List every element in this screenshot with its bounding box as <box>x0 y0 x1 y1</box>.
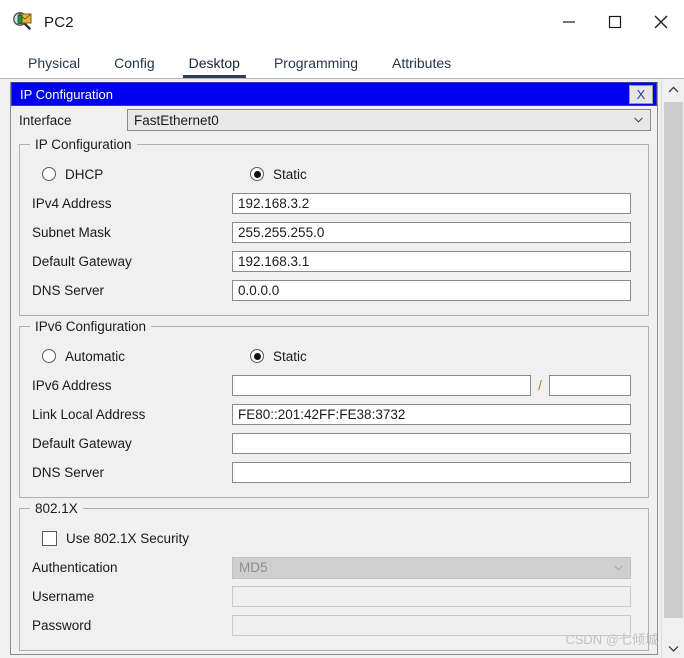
password-input[interactable] <box>232 615 631 636</box>
checkbox-dot1x-icon <box>42 530 57 546</box>
ipv4-gateway-input[interactable]: 192.168.3.1 <box>232 251 631 272</box>
authentication-select[interactable]: MD5 <box>232 556 631 579</box>
interface-select[interactable]: FastEthernet0 <box>127 109 651 131</box>
chevron-down-icon <box>614 564 623 571</box>
link-local-address-label: Link Local Address <box>32 407 146 422</box>
interface-label: Interface <box>19 112 72 128</box>
ipv4-static-label: Static <box>273 166 307 182</box>
ipv4-dns-input[interactable]: 0.0.0.0 <box>232 280 631 301</box>
ip-configuration-scroll-area: IP Configuration X Interface FastEtherne… <box>0 79 661 658</box>
desktop-content: IP Configuration X Interface FastEtherne… <box>0 78 684 658</box>
password-label: Password <box>32 618 92 633</box>
interface-selected-value: FastEthernet0 <box>134 112 219 128</box>
ipv6-prefix-separator: / <box>538 378 542 393</box>
window-titlebar: PC2 <box>0 0 684 44</box>
password-row: Password <box>20 611 648 640</box>
ipv4-mode-row: DHCP Static <box>20 159 648 189</box>
packet-tracer-pc-icon <box>12 11 34 33</box>
vertical-scrollbar[interactable] <box>661 79 684 658</box>
ipv6-address-input[interactable] <box>232 375 531 396</box>
ipv6-automatic-option[interactable]: Automatic <box>42 349 250 364</box>
ipv6-static-option[interactable]: Static <box>250 349 307 364</box>
window-title: PC2 <box>44 13 74 31</box>
chevron-up-icon <box>668 86 679 93</box>
use-dot1x-security-option[interactable]: Use 802.1X Security <box>20 523 648 553</box>
radio-automatic-icon <box>42 349 56 363</box>
link-local-address-input[interactable]: FE80::201:42FF:FE38:3732 <box>232 404 631 425</box>
pc-config-window: PC2 Physical Config Desktop Programming … <box>0 0 684 658</box>
ipv6-prefix-length-input[interactable] <box>549 375 631 396</box>
use-dot1x-security-label: Use 802.1X Security <box>66 530 190 546</box>
ipv4-dhcp-option[interactable]: DHCP <box>42 167 250 182</box>
tab-physical[interactable]: Physical <box>18 55 90 78</box>
username-row: Username <box>20 582 648 611</box>
subnet-mask-row: Subnet Mask 255.255.255.0 <box>20 218 648 247</box>
subnet-mask-input[interactable]: 255.255.255.0 <box>232 222 631 243</box>
ipv4-gateway-label: Default Gateway <box>32 254 132 269</box>
username-input[interactable] <box>232 586 631 607</box>
authentication-row: Authentication MD5 <box>20 553 648 582</box>
tab-programming[interactable]: Programming <box>264 55 368 78</box>
scroll-down-button[interactable] <box>662 638 684 658</box>
ipv6-gateway-input[interactable] <box>232 433 631 454</box>
tab-config[interactable]: Config <box>104 55 164 78</box>
ip-configuration-panel: IP Configuration X Interface FastEtherne… <box>10 82 658 655</box>
authentication-selected-value: MD5 <box>239 560 268 575</box>
username-label: Username <box>32 589 95 604</box>
scrollbar-track[interactable] <box>662 100 684 638</box>
chevron-down-icon <box>668 645 679 652</box>
ipv6-address-group: / <box>232 375 631 396</box>
scrollbar-thumb[interactable] <box>664 102 683 619</box>
radio-ipv6-static-icon <box>250 349 264 363</box>
tab-attributes[interactable]: Attributes <box>382 55 461 78</box>
ipv4-address-input[interactable]: 192.168.3.2 <box>232 193 631 214</box>
ipv6-group-title: IPv6 Configuration <box>30 319 152 334</box>
ipv4-dns-label: DNS Server <box>32 283 105 298</box>
ipv4-group-title: IP Configuration <box>30 137 137 152</box>
ipv6-mode-row: Automatic Static <box>20 341 648 371</box>
ipv6-dns-label: DNS Server <box>32 465 105 480</box>
ipv6-address-label: IPv6 Address <box>32 378 112 393</box>
ipv6-gateway-label: Default Gateway <box>32 436 132 451</box>
window-controls <box>546 0 684 44</box>
ipv6-address-row: IPv6 Address / <box>20 371 648 400</box>
ipv6-dns-row: DNS Server <box>20 458 648 487</box>
ipv4-static-option[interactable]: Static <box>250 167 307 182</box>
minimize-button[interactable] <box>546 0 592 44</box>
device-tabs: Physical Config Desktop Programming Attr… <box>0 44 684 78</box>
radio-dhcp-icon <box>42 167 56 181</box>
dot1x-group: 802.1X Use 802.1X Security Authenticatio… <box>19 501 649 651</box>
ipv4-dhcp-label: DHCP <box>65 166 104 182</box>
dot1x-group-title: 802.1X <box>30 501 83 516</box>
authentication-label: Authentication <box>32 560 118 575</box>
link-local-address-row: Link Local Address FE80::201:42FF:FE38:3… <box>20 400 648 429</box>
radio-static-icon <box>250 167 264 181</box>
ipv4-configuration-group: IP Configuration DHCP Static IPv4 Addres… <box>19 137 649 316</box>
ipv4-dns-row: DNS Server 0.0.0.0 <box>20 276 648 305</box>
subnet-mask-label: Subnet Mask <box>32 225 111 240</box>
close-button[interactable] <box>638 0 684 44</box>
ipv6-gateway-row: Default Gateway <box>20 429 648 458</box>
dialog-caption-bar: IP Configuration X <box>11 82 657 106</box>
ipv6-static-label: Static <box>273 348 307 364</box>
ipv4-address-label: IPv4 Address <box>32 196 112 211</box>
ipv4-address-row: IPv4 Address 192.168.3.2 <box>20 189 648 218</box>
maximize-button[interactable] <box>592 0 638 44</box>
ipv6-configuration-group: IPv6 Configuration Automatic Static IPv6… <box>19 319 649 498</box>
interface-row: Interface FastEthernet0 <box>11 106 657 134</box>
dialog-title: IP Configuration <box>20 86 113 102</box>
scroll-up-button[interactable] <box>662 79 684 100</box>
tab-desktop[interactable]: Desktop <box>179 55 250 78</box>
dialog-close-button[interactable]: X <box>629 85 653 104</box>
ipv6-dns-input[interactable] <box>232 462 631 483</box>
chevron-down-icon <box>634 117 643 123</box>
ipv4-gateway-row: Default Gateway 192.168.3.1 <box>20 247 648 276</box>
ipv6-automatic-label: Automatic <box>65 348 126 364</box>
